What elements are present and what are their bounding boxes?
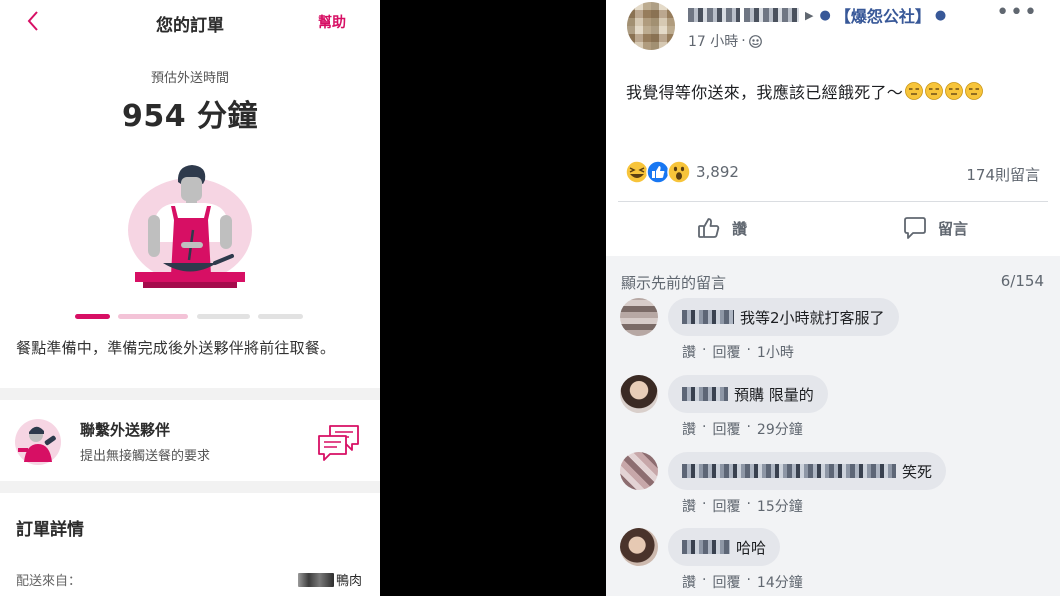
- comment-actions: 讚 · 回覆 · 29分鐘: [682, 419, 803, 439]
- comment-text: 哈哈: [736, 538, 767, 557]
- comment-text: 我等2小時就打客服了: [740, 308, 885, 327]
- show-previous-comments-link[interactable]: 顯示先前的留言: [621, 272, 726, 293]
- redacted-commenter-name[interactable]: [682, 310, 734, 324]
- commenter-avatar[interactable]: [620, 375, 658, 413]
- redacted-restaurant-name: [297, 572, 334, 587]
- comment-bubble: 我等2小時就打客服了: [668, 298, 899, 336]
- rider-icon: [15, 419, 61, 465]
- dot-separator: ·: [702, 419, 707, 435]
- comment-like-link[interactable]: 讚: [682, 419, 696, 439]
- like-button-label: 讚: [732, 219, 748, 238]
- help-link[interactable]: 幫助: [318, 12, 346, 32]
- bullet-dot: ●: [934, 7, 947, 23]
- redacted-commenter-name[interactable]: [682, 540, 730, 554]
- comment-bubble: 哈哈: [668, 528, 781, 566]
- redacted-commenter-name[interactable]: [682, 464, 896, 478]
- order-status-message: 餐點準備中，準備完成後外送夥伴將前往取餐。: [16, 339, 336, 357]
- post-body: 我覺得等你送來，我應該已經餓死了～: [626, 79, 984, 103]
- commenter-avatar[interactable]: [620, 452, 658, 490]
- more-options-button[interactable]: •••: [996, 0, 1038, 25]
- comment-like-link[interactable]: 讚: [682, 342, 696, 362]
- comment-time[interactable]: 29分鐘: [757, 419, 803, 439]
- bullet-dot: ●: [819, 7, 831, 23]
- reactions-summary[interactable]: 3,892: [625, 160, 739, 184]
- comment-button-label: 留言: [938, 219, 969, 238]
- comment-button[interactable]: 留言: [902, 215, 968, 241]
- contact-rider-title: 聯繫外送夥伴: [80, 421, 171, 439]
- chef-cooking-illustration: [128, 165, 252, 288]
- comment-time[interactable]: 15分鐘: [757, 496, 803, 516]
- divider: [618, 201, 1048, 202]
- comment-actions: 讚 · 回覆 · 14分鐘: [682, 572, 803, 592]
- delivery-from-value: 鴨肉: [297, 570, 362, 589]
- post-timestamp[interactable]: 17 小時: [688, 31, 738, 51]
- progress-step-4: [258, 314, 303, 319]
- progress-step-2: [118, 314, 188, 319]
- commenter-avatar[interactable]: [620, 528, 658, 566]
- comment-reply-link[interactable]: 回覆: [712, 572, 740, 592]
- group-name-link[interactable]: 【爆怨公社】: [835, 3, 931, 27]
- comment-count-link[interactable]: 174則留言: [966, 164, 1040, 185]
- meta-separator: ·: [741, 33, 746, 49]
- commenter-avatar[interactable]: [620, 298, 658, 336]
- eta-value: 954 分鐘: [121, 99, 259, 134]
- progress-step-3: [197, 314, 250, 319]
- comment-text: 預購 限量的: [734, 385, 814, 404]
- redacted-commenter-name[interactable]: [682, 387, 728, 401]
- restaurant-name-visible: 鴨肉: [335, 574, 362, 589]
- comment-time[interactable]: 14分鐘: [757, 572, 803, 592]
- facebook-post-panel: ▶ ● 【爆怨公社】 ● ••• 17 小時 · 我覺得等你送來，我應該已經餓死…: [606, 0, 1060, 596]
- comment-like-link[interactable]: 讚: [682, 496, 696, 516]
- expressionless-emoji-icon: [965, 82, 984, 100]
- dot-separator: ·: [746, 342, 751, 358]
- expressionless-emoji-icon: [925, 82, 944, 100]
- expressionless-emoji-icon: [945, 82, 964, 100]
- comment-bubble-icon: [904, 217, 926, 239]
- comment-reply-link[interactable]: 回覆: [712, 342, 740, 362]
- dot-separator: ·: [746, 572, 751, 588]
- dot-separator: ·: [702, 496, 707, 512]
- comment-bubble: 笑死: [668, 452, 947, 490]
- comment-actions: 讚 · 回覆 · 15分鐘: [682, 496, 803, 516]
- comment-time[interactable]: 1小時: [757, 342, 794, 362]
- redacted-author-name[interactable]: [744, 8, 799, 22]
- audience-icon[interactable]: [748, 34, 762, 48]
- thumbs-up-icon: [698, 218, 720, 238]
- app-header: 您的訂單 幫助: [0, 0, 380, 44]
- dot-separator: ·: [746, 496, 751, 512]
- comment-reply-link[interactable]: 回覆: [712, 496, 740, 516]
- post-text: 我覺得等你送來，我應該已經餓死了～: [626, 83, 904, 102]
- delivery-app-panel: 您的訂單 幫助 預估外送時間 954 分鐘 餐點準備中，準備完成後外送夥伴將前往…: [0, 0, 380, 596]
- contact-rider-subtitle: 提出無接觸送餐的要求: [80, 449, 211, 464]
- expressionless-emoji-icon: [905, 82, 924, 100]
- redacted-author-name[interactable]: [688, 8, 740, 22]
- chat-bubbles-icon[interactable]: [316, 422, 362, 462]
- comment-reply-link[interactable]: 回覆: [712, 419, 740, 439]
- comment-actions: 讚 · 回覆 · 1小時: [682, 342, 794, 362]
- wow-reaction-icon: [667, 160, 691, 184]
- eta-label: 預估外送時間: [150, 71, 229, 86]
- author-avatar[interactable]: [627, 2, 675, 50]
- like-button[interactable]: 讚: [696, 215, 747, 241]
- contact-rider-row[interactable]: 聯繫外送夥伴 提出無接觸送餐的要求: [0, 400, 380, 481]
- comment-bubble: 預購 限量的: [668, 375, 828, 413]
- comments-page-count: 6/154: [1000, 272, 1044, 290]
- dot-separator: ·: [702, 572, 707, 588]
- comment-like-link[interactable]: 讚: [682, 572, 696, 592]
- arrow-right-icon: ▶: [805, 8, 814, 22]
- order-details-title: 訂單詳情: [16, 520, 84, 540]
- dot-separator: ·: [702, 342, 707, 358]
- comments-section: 顯示先前的留言 6/154 我等2小時就打客服了 讚 · 回覆 · 1小時 預購…: [606, 256, 1060, 596]
- order-progress-bar: [0, 314, 380, 320]
- comment-text: 笑死: [902, 462, 933, 481]
- section-divider: [0, 481, 380, 493]
- post-meta: 17 小時 ·: [688, 31, 762, 51]
- section-divider: [0, 388, 380, 400]
- reaction-count: 3,892: [696, 163, 739, 181]
- dot-separator: ·: [746, 419, 751, 435]
- progress-step-1: [75, 314, 110, 319]
- post-author-row: ▶ ● 【爆怨公社】 ●: [688, 3, 946, 27]
- delivery-from-label: 配送來自：: [16, 574, 82, 589]
